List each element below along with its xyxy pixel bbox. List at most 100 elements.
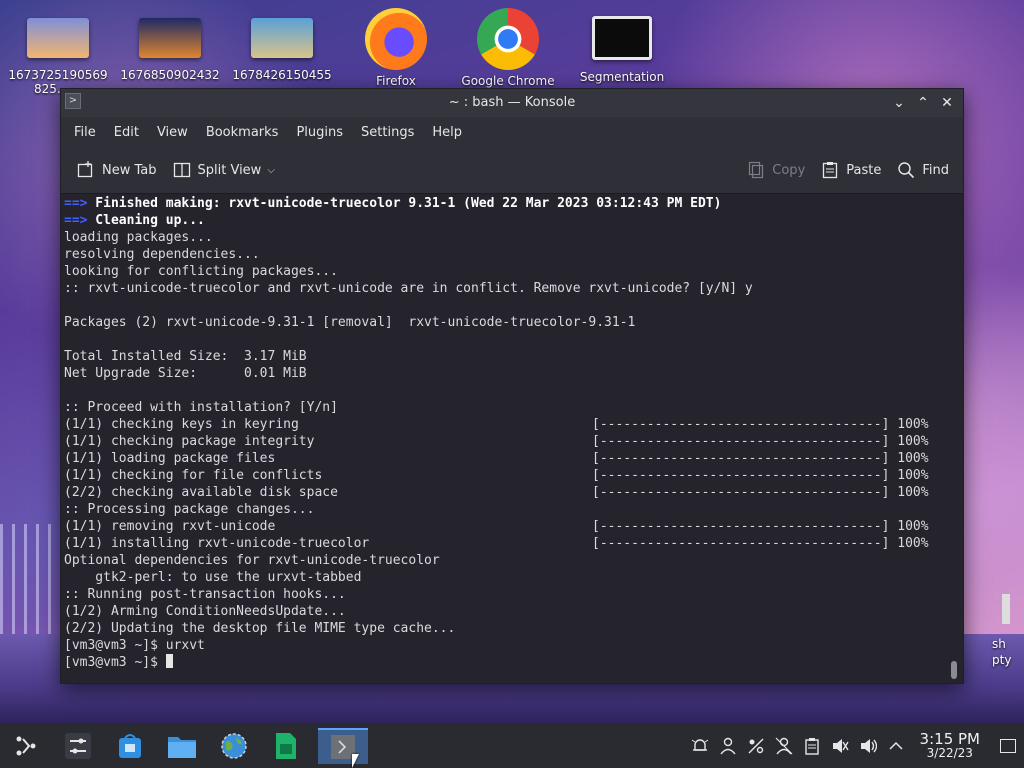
- progress-bar-text: [------------------------------------] 1…: [592, 468, 929, 483]
- taskbar-spreadsheet[interactable]: [266, 728, 306, 764]
- progress-bar-text: [------------------------------------] 1…: [592, 434, 929, 449]
- taskbar-settings-mixer[interactable]: [58, 728, 98, 764]
- terminal-line: :: rxvt-unicode-truecolor and rxvt-unico…: [64, 280, 943, 297]
- clock-date: 3/22/23: [926, 746, 973, 760]
- terminal-text: [vm3@vm3 ~]$ urxvt: [64, 638, 205, 653]
- mute-icon[interactable]: [831, 737, 849, 755]
- terminal-line: ==> Finished making: rxvt-unicode-trueco…: [64, 195, 943, 212]
- terminal-text: resolving dependencies...: [64, 247, 260, 262]
- terminal-line: (1/1) removing rxvt-unicode [------------…: [64, 518, 943, 535]
- split-view-label: Split View: [197, 162, 262, 178]
- menu-help[interactable]: Help: [423, 125, 471, 140]
- volume-icon[interactable]: [859, 737, 877, 755]
- menu-bar: File Edit View Bookmarks Plugins Setting…: [61, 117, 963, 147]
- file-icon: [1002, 594, 1010, 624]
- store-icon: [119, 734, 141, 758]
- toolbar: New Tab Split View ⌵ Copy Paste Find: [61, 147, 963, 194]
- menu-plugins[interactable]: Plugins: [287, 125, 352, 140]
- app-launcher-button[interactable]: [6, 728, 46, 764]
- chevron-down-icon[interactable]: ⌵: [267, 165, 275, 176]
- scrollbar-thumb[interactable]: [951, 661, 957, 679]
- desktop-file-3[interactable]: 1678426150455: [226, 6, 338, 82]
- clock-time: 3:15 PM: [919, 730, 980, 748]
- menu-file[interactable]: File: [65, 125, 105, 140]
- image-thumbnail-icon: [139, 18, 201, 58]
- copy-button[interactable]: Copy: [739, 155, 813, 185]
- split-view-button[interactable]: Split View ⌵: [165, 155, 283, 185]
- search-icon: [897, 161, 915, 179]
- terminal-scrollbar[interactable]: [949, 198, 959, 679]
- desktop-partial-icon[interactable]: sh pty: [976, 594, 1024, 668]
- menu-edit[interactable]: Edit: [105, 125, 148, 140]
- menu-view[interactable]: View: [148, 125, 197, 140]
- progress-bar-text: [------------------------------------] 1…: [592, 485, 929, 500]
- terminal-text: :: Proceed with installation? [Y/n]: [64, 400, 338, 415]
- terminal-arrow: ==>: [64, 196, 88, 211]
- image-thumbnail-icon: [27, 18, 89, 58]
- terminal-icon[interactable]: >: [65, 93, 81, 109]
- terminal-line: (2/2) checking available disk space [----…: [64, 484, 943, 501]
- terminal-text: :: Running post-transaction hooks...: [64, 587, 346, 602]
- user-switch-icon[interactable]: [775, 737, 793, 755]
- progress-bar-text: [------------------------------------] 1…: [592, 519, 929, 534]
- copy-icon: [747, 161, 765, 179]
- title-bar[interactable]: > ~ : bash — Konsole ⌄ ⌃ ✕: [61, 89, 963, 117]
- taskbar-konsole[interactable]: [318, 728, 368, 764]
- app-launcher-icon: [16, 736, 36, 756]
- menu-settings[interactable]: Settings: [352, 125, 423, 140]
- terminal-text: gtk2-perl: to use the urxvt-tabbed: [64, 570, 362, 585]
- terminal-line: Total Installed Size: 3.17 MiB: [64, 348, 943, 365]
- show-desktop-icon[interactable]: [1000, 739, 1016, 753]
- terminal-cursor: [165, 654, 173, 668]
- terminal-line: resolving dependencies...: [64, 246, 943, 263]
- user-icon[interactable]: [719, 737, 737, 755]
- desktop-partial-label: pty: [992, 653, 1012, 667]
- terminal-text: :: rxvt-unicode-truecolor and rxvt-unico…: [64, 281, 753, 296]
- terminal-line: (2/2) Updating the desktop file MIME typ…: [64, 620, 943, 637]
- desktop-chrome[interactable]: Google Chrome: [452, 6, 564, 88]
- terminal-line: (1/1) checking for file conflicts [------…: [64, 467, 943, 484]
- maximize-icon[interactable]: ⌃: [911, 89, 935, 117]
- clipboard-icon[interactable]: [803, 737, 821, 755]
- desktop-file-1[interactable]: 1673725190569 825...: [2, 6, 114, 96]
- terminal-line: loading packages...: [64, 229, 943, 246]
- terminal-text: loading packages...: [64, 230, 213, 245]
- desktop-partial-label: sh: [992, 637, 1006, 651]
- terminal-output[interactable]: ==> Finished making: rxvt-unicode-trueco…: [61, 194, 963, 683]
- terminal-line: Packages (2) rxvt-unicode-9.31-1 [remova…: [64, 314, 943, 331]
- find-button[interactable]: Find: [889, 155, 957, 185]
- terminal-text: Optional dependencies for rxvt-unicode-t…: [64, 553, 440, 568]
- new-tab-button[interactable]: New Tab: [69, 155, 165, 185]
- desktop-firefox[interactable]: Firefox: [340, 6, 452, 88]
- globe-icon: [221, 733, 247, 759]
- desktop-file-label: 1678426150455: [232, 68, 332, 82]
- taskbar: 3:15 PM 3/22/23: [0, 724, 1024, 768]
- split-view-icon: [173, 161, 191, 179]
- terminal-text: [vm3@vm3 ~]$: [64, 655, 166, 670]
- taskbar-file-manager[interactable]: [162, 728, 202, 764]
- close-icon[interactable]: ✕: [935, 89, 959, 117]
- window-controls: ⌄ ⌃ ✕: [887, 89, 959, 117]
- clock[interactable]: 3:15 PM 3/22/23: [919, 730, 980, 761]
- minimize-icon[interactable]: ⌄: [887, 89, 911, 117]
- terminal-text: (1/1) checking package integrity: [64, 434, 315, 449]
- desktop-file-2[interactable]: 1676850902432: [114, 6, 226, 82]
- terminal-text: Total Installed Size: 3.17 MiB: [64, 349, 307, 364]
- desktop-file-segmentation[interactable]: Segmentation: [566, 6, 678, 84]
- terminal-text: (1/1) loading package files: [64, 451, 276, 466]
- notifications-icon[interactable]: [691, 737, 709, 755]
- terminal-text: (1/1) installing rxvt-unicode-truecolor: [64, 536, 370, 551]
- terminal-text: Finished making: rxvt-unicode-truecolor …: [87, 196, 722, 211]
- taskbar-web-browser[interactable]: [214, 728, 254, 764]
- network-icon[interactable]: [747, 737, 765, 755]
- terminal-line: gtk2-perl: to use the urxvt-tabbed: [64, 569, 943, 586]
- taskbar-store[interactable]: [110, 728, 150, 764]
- menu-bookmarks[interactable]: Bookmarks: [197, 125, 288, 140]
- video-file-icon: [592, 16, 652, 60]
- terminal-text: Packages (2) rxvt-unicode-9.31-1 [remova…: [64, 315, 636, 330]
- desktop-file-label: 1676850902432: [120, 68, 220, 82]
- terminal-text: Net Upgrade Size: 0.01 MiB: [64, 366, 307, 381]
- expand-tray-icon[interactable]: [887, 737, 905, 755]
- paste-button[interactable]: Paste: [813, 155, 889, 185]
